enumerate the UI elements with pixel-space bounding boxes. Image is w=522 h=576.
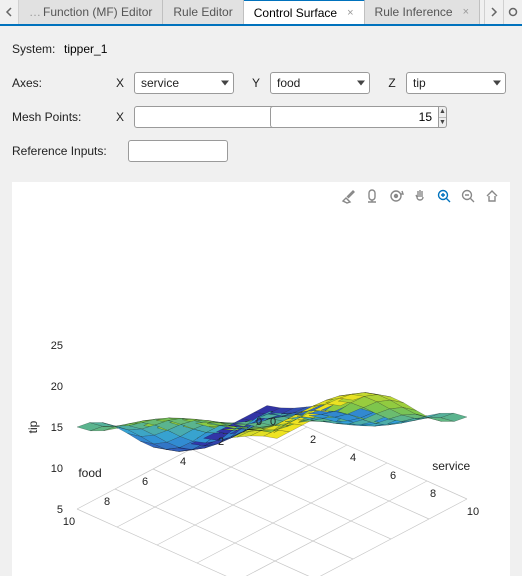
surface-plot[interactable]: 51015202502468100246810servicefoodtip <box>12 182 510 576</box>
system-label: System: <box>12 42 64 56</box>
tab-rule-inference[interactable]: Rule Inference × <box>365 0 480 24</box>
mesh-label: Mesh Points: <box>12 110 112 124</box>
control-panel: System: tipper_1 Axes: X service Y food … <box>0 26 522 176</box>
reference-label: Reference Inputs: <box>12 144 128 158</box>
svg-text:6: 6 <box>142 476 148 488</box>
brush-icon <box>340 188 356 204</box>
svg-text:4: 4 <box>350 452 356 464</box>
tab-mf-editor[interactable]: Function (MF) Editor <box>19 0 163 24</box>
tab-scroll-right-button[interactable] <box>484 0 503 24</box>
svg-text:service: service <box>432 459 470 473</box>
chevron-left-icon <box>5 7 13 17</box>
axis-z-select[interactable]: tip <box>406 72 506 94</box>
tab-strip: Function (MF) Editor Rule Editor Control… <box>0 0 522 26</box>
datatip-button[interactable] <box>364 188 380 204</box>
axes-row: Axes: X service Y food Z tip <box>12 68 510 98</box>
svg-text:tip: tip <box>26 420 40 433</box>
svg-text:0: 0 <box>256 416 262 428</box>
reference-row: Reference Inputs: <box>12 136 510 166</box>
mesh-x-spinner[interactable]: ▲ ▼ <box>134 106 234 128</box>
svg-text:5: 5 <box>57 504 63 516</box>
tab-overflow-button[interactable] <box>503 0 522 24</box>
datatip-icon <box>364 188 380 204</box>
svg-text:25: 25 <box>51 340 63 352</box>
rotate-icon <box>388 188 404 204</box>
spin-down-icon[interactable]: ▼ <box>439 118 446 128</box>
svg-text:food: food <box>78 466 101 480</box>
circle-icon <box>508 7 518 17</box>
close-icon[interactable]: × <box>459 6 469 18</box>
svg-text:10: 10 <box>467 506 479 518</box>
zoom-in-button[interactable] <box>436 188 452 204</box>
reference-input[interactable] <box>128 140 228 162</box>
axis-z-label: Z <box>384 76 400 90</box>
pan-icon <box>412 188 428 204</box>
svg-text:6: 6 <box>390 470 396 482</box>
svg-text:2: 2 <box>310 434 316 446</box>
axes-label: Axes: <box>12 76 112 90</box>
svg-text:8: 8 <box>104 496 110 508</box>
axis-x-select[interactable]: service <box>134 72 234 94</box>
select-value: service <box>141 76 179 90</box>
close-icon[interactable]: × <box>343 7 353 19</box>
tab-rule-editor[interactable]: Rule Editor <box>163 0 243 24</box>
svg-text:20: 20 <box>51 381 63 393</box>
system-row: System: tipper_1 <box>12 34 510 64</box>
svg-text:4: 4 <box>180 456 186 468</box>
axis-x-label: X <box>112 76 128 90</box>
tab-scroll-left-button[interactable] <box>0 0 19 24</box>
select-value: tip <box>413 76 426 90</box>
tab-label: Rule Editor <box>173 5 232 19</box>
chevron-down-icon <box>493 81 501 86</box>
tab-label: Function (MF) Editor <box>43 5 152 19</box>
mesh-y-input[interactable] <box>270 106 439 128</box>
axes-toolbar <box>340 188 500 204</box>
axis-y-label: Y <box>248 76 264 90</box>
select-value: food <box>277 76 300 90</box>
chevron-down-icon <box>221 81 229 86</box>
tab-control-surface[interactable]: Control Surface × <box>244 0 365 24</box>
home-icon <box>484 188 500 204</box>
zoom-out-icon <box>460 188 476 204</box>
svg-text:0: 0 <box>270 416 276 428</box>
home-button[interactable] <box>484 188 500 204</box>
surface-plot-panel: 51015202502468100246810servicefoodtip <box>12 182 510 576</box>
system-name: tipper_1 <box>64 42 107 56</box>
mesh-row: Mesh Points: X ▲ ▼ Y ▲ ▼ <box>12 102 510 132</box>
zoom-out-button[interactable] <box>460 188 476 204</box>
svg-text:15: 15 <box>51 422 63 434</box>
pan-button[interactable] <box>412 188 428 204</box>
spin-up-icon[interactable]: ▲ <box>439 107 446 118</box>
zoom-in-icon <box>436 188 452 204</box>
svg-text:8: 8 <box>430 488 436 500</box>
svg-text:10: 10 <box>51 463 63 475</box>
svg-text:2: 2 <box>218 436 224 448</box>
mesh-y-spinner[interactable]: ▲ ▼ <box>270 106 370 128</box>
mesh-x-label: X <box>112 110 128 124</box>
tab-label: Rule Inference <box>375 5 453 19</box>
chevron-down-icon <box>357 81 365 86</box>
axis-y-select[interactable]: food <box>270 72 370 94</box>
brush-button[interactable] <box>340 188 356 204</box>
rotate-button[interactable] <box>388 188 404 204</box>
tab-label: Control Surface <box>254 6 337 20</box>
chevron-right-icon <box>490 7 498 17</box>
svg-text:10: 10 <box>63 516 75 528</box>
